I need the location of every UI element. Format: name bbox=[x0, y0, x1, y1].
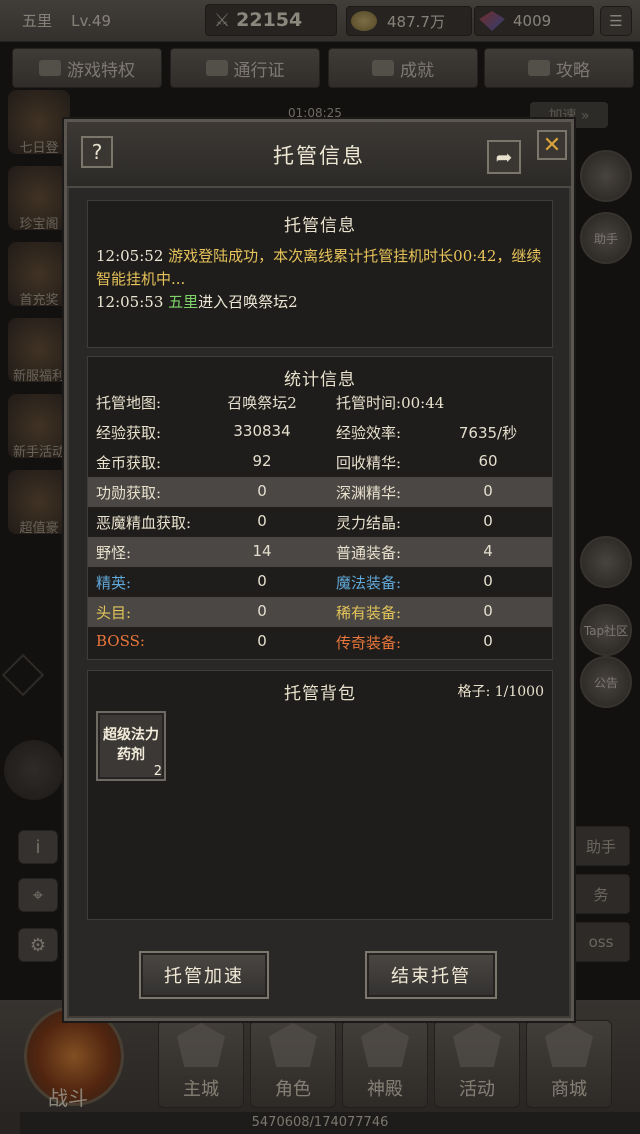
item-name: 超级法力药剂 bbox=[103, 727, 159, 763]
stat-label: 经验获取: bbox=[96, 424, 162, 442]
stat-label: 经验效率: bbox=[336, 424, 402, 442]
log-text: 进入召唤祭坛2 bbox=[198, 293, 298, 311]
stat-value: 92 bbox=[252, 452, 272, 470]
stat-label: 魔法装备: bbox=[336, 574, 402, 592]
stat-value: 7635/秒 bbox=[458, 424, 518, 442]
stat-label: 头目: bbox=[96, 604, 132, 622]
log-player-name: 五里 bbox=[168, 293, 199, 311]
stat-value: 0 bbox=[483, 602, 493, 620]
stat-value: 0 bbox=[483, 482, 493, 500]
stat-label: 稀有装备: bbox=[336, 604, 402, 622]
dialog-header: ? 托管信息 ➦ ✕ bbox=[67, 122, 571, 188]
stat-label: 灵力结晶: bbox=[336, 514, 402, 532]
stat-value: 0 bbox=[257, 482, 267, 500]
time-value: 00:44 bbox=[401, 394, 445, 412]
stats-table: 托管地图: 召唤祭坛2 托管时间:00:44 经验获取: 330834 经验效率: 7… bbox=[88, 387, 552, 657]
log-list: 12:05:52 游戏登陆成功，本次离线累计托管挂机时长00:42，继续智能挂机… bbox=[96, 245, 546, 314]
stats-row: 野怪: 14 普通装备: 4 bbox=[88, 537, 552, 567]
stats-row: 头目: 0 稀有装备: 0 bbox=[88, 597, 552, 627]
log-panel: 托管信息 12:05:52 游戏登陆成功，本次离线累计托管挂机时长00:42，继… bbox=[87, 200, 553, 348]
bag-panel: 托管背包 格子: 1/1000 超级法力药剂 2 bbox=[87, 670, 553, 920]
log-message: 游戏登陆成功，本次离线累计托管挂机时长00:42，继续智能挂机中... bbox=[96, 247, 542, 288]
log-line: 12:05:52 游戏登陆成功，本次离线累计托管挂机时长00:42，继续智能挂机… bbox=[96, 245, 546, 291]
stat-label: 回收精华: bbox=[336, 454, 402, 472]
stats-row-map: 托管地图: 召唤祭坛2 托管时间:00:44 bbox=[88, 387, 552, 417]
stat-label: 普通装备: bbox=[336, 544, 402, 562]
time-label: 托管时间: bbox=[336, 394, 402, 412]
speed-up-button[interactable]: 托管加速 bbox=[139, 951, 269, 999]
bag-item-slot[interactable]: 超级法力药剂 2 bbox=[96, 711, 166, 781]
stat-label: 传奇装备: bbox=[336, 634, 402, 652]
item-count: 2 bbox=[153, 764, 162, 779]
stat-value: 0 bbox=[257, 632, 267, 650]
stats-row: BOSS: 0 传奇装备: 0 bbox=[88, 627, 552, 657]
stat-value: 0 bbox=[483, 632, 493, 650]
map-value: 召唤祭坛2 bbox=[227, 394, 297, 412]
stat-label: BOSS: bbox=[96, 632, 145, 650]
stat-value: 0 bbox=[483, 512, 493, 530]
stat-label: 金币获取: bbox=[96, 454, 162, 472]
stat-rows: 经验获取: 330834 经验效率: 7635/秒金币获取: 92 回收精华: 60 功勋获取… bbox=[88, 417, 552, 657]
stat-value: 60 bbox=[478, 452, 498, 470]
time-info: 托管时间:00:44 bbox=[336, 392, 444, 413]
log-line: 12:05:53 五里进入召唤祭坛2 bbox=[96, 291, 546, 314]
map-label: 托管地图: bbox=[96, 394, 162, 412]
stat-value: 0 bbox=[257, 512, 267, 530]
stat-label: 恶魔精血获取: bbox=[96, 514, 192, 532]
bag-capacity: 格子: 1/1000 bbox=[457, 684, 544, 700]
stat-label: 野怪: bbox=[96, 544, 132, 562]
stats-row: 精英: 0 魔法装备: 0 bbox=[88, 567, 552, 597]
stats-row: 功勋获取: 0 深渊精华: 0 bbox=[88, 477, 552, 507]
stat-label: 深渊精华: bbox=[336, 484, 402, 502]
log-time: 12:05:53 bbox=[96, 293, 164, 311]
close-button[interactable]: ✕ bbox=[537, 130, 567, 160]
stat-value: 14 bbox=[252, 542, 272, 560]
auto-battle-dialog: ? 托管信息 ➦ ✕ 托管信息 12:05:52 游戏登陆成功，本次离线累计托管… bbox=[64, 119, 574, 1021]
stat-label: 功勋获取: bbox=[96, 484, 162, 502]
stats-panel: 统计信息 托管地图: 召唤祭坛2 托管时间:00:44 经验获取: 330834 经… bbox=[87, 356, 553, 660]
end-auto-button[interactable]: 结束托管 bbox=[365, 951, 497, 999]
stat-value: 0 bbox=[257, 602, 267, 620]
stat-value: 0 bbox=[257, 572, 267, 590]
log-panel-title: 托管信息 bbox=[284, 216, 356, 236]
stats-row: 金币获取: 92 回收精华: 60 bbox=[88, 447, 552, 477]
stat-value: 4 bbox=[483, 542, 493, 560]
stats-row: 经验获取: 330834 经验效率: 7635/秒 bbox=[88, 417, 552, 447]
stats-row: 恶魔精血获取: 0 灵力结晶: 0 bbox=[88, 507, 552, 537]
stat-value: 330834 bbox=[233, 422, 291, 440]
stat-label: 精英: bbox=[96, 574, 132, 592]
share-arrow-icon[interactable]: ➦ bbox=[487, 140, 521, 174]
log-time: 12:05:52 bbox=[96, 247, 164, 265]
stat-value: 0 bbox=[483, 572, 493, 590]
